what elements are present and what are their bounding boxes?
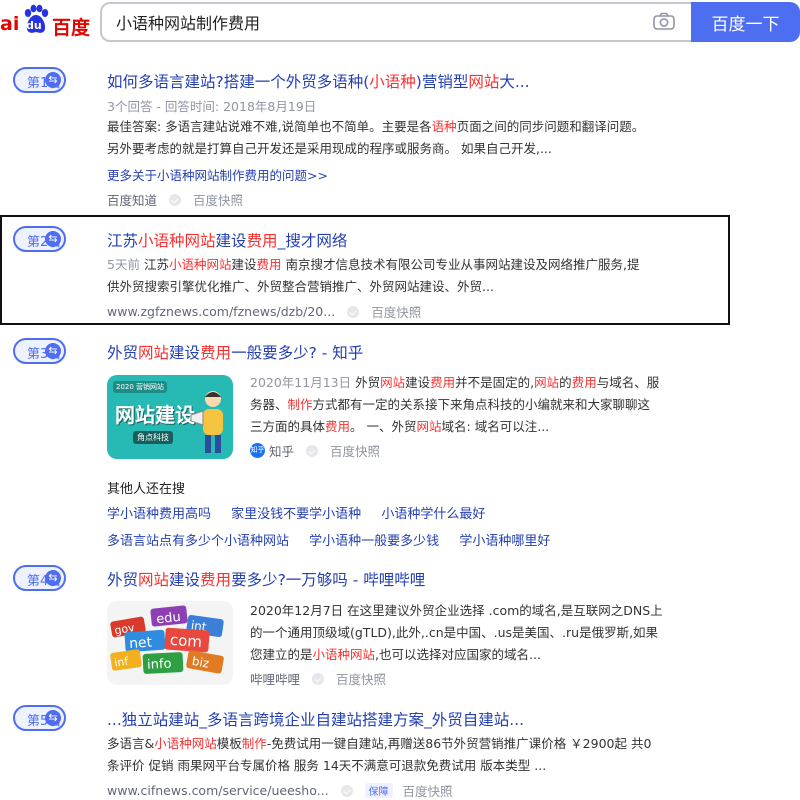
result-abstract: 2020年12月7日 在这里建议外贸企业选择 .com的域名,是互联网之DNS上… (250, 603, 663, 662)
domain-word: com (169, 631, 202, 651)
result-title[interactable]: ...独立站建站_多语言跨境企业自建站搭建方案_外贸自建站... (107, 708, 524, 730)
check-icon (340, 784, 353, 797)
snapshot-link[interactable]: 百度快照 (403, 781, 453, 800)
source-name: 知乎 (269, 444, 295, 459)
result-title[interactable]: 外贸网站建设费用一般要多少? - 知乎 (107, 341, 363, 363)
related-search-link[interactable]: 学小语种费用高吗 (107, 507, 211, 522)
result-abstract: 5天前 江苏小语种网站建设费用 南京搜才信息技术有限公司专业从事网站建设及网络推… (107, 257, 640, 294)
result-title[interactable]: 江苏小语种网站建设费用_搜才网络 (107, 229, 347, 251)
result-source: 哔哩哔哩 百度快照 (250, 669, 386, 688)
check-icon (347, 305, 360, 318)
domain-word: info (147, 657, 172, 673)
result-source: 百度知道 百度快照 (107, 190, 243, 209)
camera-icon[interactable] (653, 12, 675, 30)
domain-word: biz (191, 654, 210, 671)
result-title[interactable]: 外贸网站建设费用要多少?一万够吗 - 哔哩哔哩 (107, 568, 425, 590)
source-url[interactable]: www.zgfznews.com/fznews/dzb/20... (107, 304, 335, 319)
related-search-link[interactable]: 学小语种哪里好 (459, 534, 550, 549)
rank-badge: 第5名 ⇆ (13, 705, 66, 731)
related-search-link[interactable]: 小语种学什么最好 (381, 507, 485, 522)
thumb-title: 网站建设 (115, 403, 195, 427)
guarantee-badge: 保障 (364, 783, 393, 798)
rank-badge: 第2名 ⇆ (13, 226, 66, 252)
logo-du: du (26, 19, 42, 32)
result-abstract: 多语言&小语种网站模板制作-免费试用一键自建站,再赠送86节外贸营销推广课价格 … (107, 736, 652, 773)
thumb-caption: 2020 营销网站 (113, 381, 168, 393)
result-thumbnail[interactable]: 2020 营销网站 网站建设 角点科技 (107, 375, 233, 459)
baidu-logo[interactable]: ai du 百度 (0, 4, 92, 40)
snapshot-link[interactable]: 百度快照 (193, 190, 243, 209)
result-meta: 3个回答 - 回答时间: 2018年8月19日 (107, 99, 317, 114)
check-icon (312, 672, 325, 685)
domain-word: net (129, 634, 154, 652)
source-name: 百度知道 (107, 193, 158, 208)
rank-icon: ⇆ (45, 343, 61, 359)
rank-icon: ⇆ (45, 570, 61, 586)
result-abstract: 最佳答案: 多语言建站说难不难,说简单也不简单。主要是各语种页面之间的同步问题和… (107, 119, 645, 156)
logo-baidu-text: 百度 (52, 17, 91, 39)
rank-badge: 第1名 ⇆ (13, 67, 66, 93)
domain-word: edu (156, 610, 182, 627)
source-url[interactable]: www.cifnews.com/service/ueesho... (107, 783, 329, 798)
snapshot-link[interactable]: 百度快照 (336, 669, 386, 688)
result-thumbnail[interactable]: edu int gov net com info biz inf (107, 601, 233, 685)
person-megaphone-illustration (190, 391, 223, 453)
search-input[interactable] (116, 4, 636, 40)
result-source: www.cifnews.com/service/ueesho... 保障 百度快… (107, 781, 453, 800)
rank-icon: ⇆ (45, 72, 61, 88)
domain-signs-illustration: edu int gov net com info biz inf (110, 605, 224, 674)
related-searches-row: 多语言站点有多少个小语种网站 学小语种一般要多少钱 学小语种哪里好 (107, 530, 566, 549)
related-search-link[interactable]: 学小语种一般要多少钱 (309, 534, 439, 549)
check-icon (169, 193, 182, 206)
rank-badge: 第4名 ⇆ (13, 565, 66, 591)
snapshot-link[interactable]: 百度快照 (330, 441, 380, 460)
related-searches-title: 其他人还在搜 (107, 482, 186, 497)
related-search-link[interactable]: 家里没钱不要学小语种 (231, 507, 361, 522)
source-name: 哔哩哔哩 (250, 672, 301, 687)
zhihu-icon: 知乎 (250, 443, 265, 458)
check-icon (306, 444, 319, 457)
thumb-subtitle: 角点科技 (133, 431, 173, 444)
rank-icon: ⇆ (45, 710, 61, 726)
snapshot-link[interactable]: 百度快照 (371, 302, 421, 321)
related-searches-row: 学小语种费用高吗 家里没钱不要学小语种 小语种学什么最好 (107, 503, 501, 522)
result-abstract: 2020年11月13日 外贸网站建设费用并不是固定的,网站的费用与域名、服 务器、… (250, 375, 660, 434)
more-questions-link[interactable]: 更多关于小语种网站制作费用的问题>> (107, 165, 328, 184)
rank-icon: ⇆ (45, 231, 61, 247)
result-source: www.zgfznews.com/fznews/dzb/20... 百度快照 (107, 302, 421, 321)
search-button[interactable]: 百度一下 (691, 2, 800, 42)
logo-ai: ai (0, 13, 20, 35)
search-box (100, 2, 691, 42)
related-search-link[interactable]: 多语言站点有多少个小语种网站 (107, 534, 289, 549)
rank-badge: 第3名 ⇆ (13, 338, 66, 364)
result-source: 知乎 知乎 百度快照 (250, 441, 380, 460)
result-title[interactable]: 如何多语言建站?搭建一个外贸多语种(小语种)营销型网站大... (107, 70, 530, 92)
